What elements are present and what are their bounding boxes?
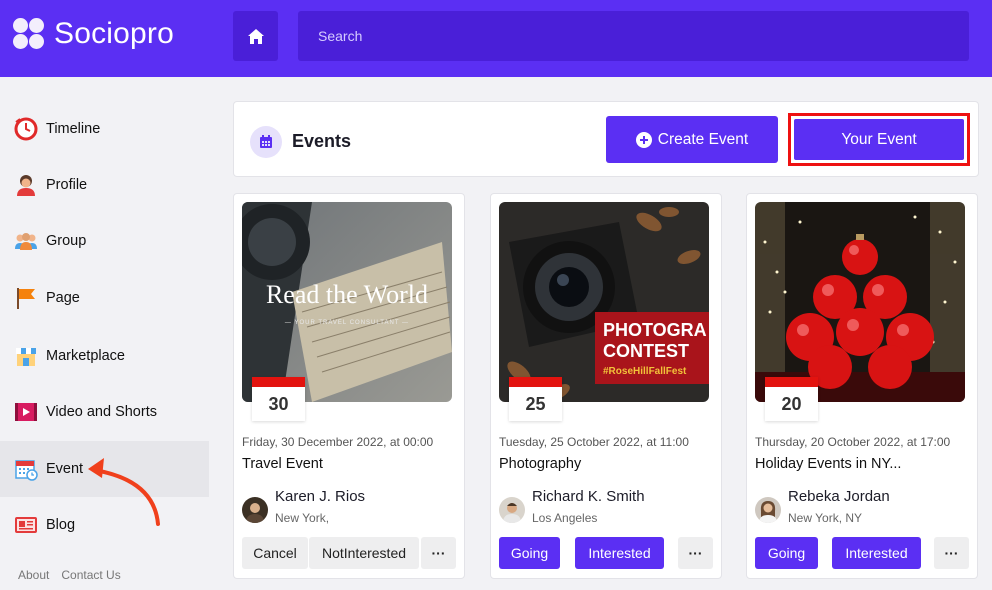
- avatar[interactable]: [499, 497, 525, 523]
- date-badge: 30: [252, 377, 305, 421]
- sidebar-item-label: Event: [46, 461, 84, 477]
- host-name[interactable]: Richard K. Smith: [532, 488, 645, 505]
- travel-image-subtitle: — YOUR TRAVEL CONSULTANT —: [285, 320, 409, 326]
- event-image-travel[interactable]: Read the World — YOUR TRAVEL CONSULTANT …: [242, 202, 452, 402]
- event-card[interactable]: 20 Thursday, 20 October 2022, at 17:00 H…: [746, 193, 978, 579]
- brand-name: Sociopro: [54, 17, 175, 50]
- event-calendar-icon: [14, 457, 38, 481]
- date-badge: 20: [765, 377, 818, 421]
- search-input[interactable]: [318, 28, 969, 44]
- event-title[interactable]: Photography: [499, 456, 581, 472]
- timeline-clock-icon: [14, 117, 38, 141]
- sidebar-item-page[interactable]: Page: [0, 270, 209, 326]
- interested-button[interactable]: Interested: [832, 537, 921, 569]
- sidebar-item-timeline[interactable]: Timeline: [0, 101, 209, 157]
- event-title[interactable]: Travel Event: [242, 456, 323, 472]
- going-button[interactable]: Going: [755, 537, 818, 569]
- host-location: New York, NY: [788, 511, 863, 525]
- page-flag-icon: [14, 286, 38, 310]
- going-button[interactable]: Going: [499, 537, 560, 569]
- sidebar-item-label: Page: [46, 290, 80, 306]
- travel-image-title: Read the World: [266, 280, 428, 309]
- more-options-button[interactable]: ···: [678, 537, 713, 569]
- more-options-button[interactable]: ···: [934, 537, 969, 569]
- event-card[interactable]: Read the World — YOUR TRAVEL CONSULTANT …: [233, 193, 465, 579]
- sidebar-item-label: Blog: [46, 517, 76, 533]
- contact-link[interactable]: Contact Us: [61, 568, 120, 582]
- create-event-label: Create Event: [657, 130, 749, 148]
- event-datetime: Thursday, 20 October 2022, at 17:00: [755, 435, 951, 449]
- sidebar-item-group[interactable]: Group: [0, 213, 209, 269]
- create-event-button[interactable]: Create Event: [606, 116, 778, 163]
- event-title[interactable]: Holiday Events in NY...: [755, 456, 901, 472]
- sidebar-item-label: Group: [46, 233, 87, 249]
- marketplace-store-icon: [14, 344, 38, 368]
- calendar-icon: [250, 126, 282, 158]
- sidebar-item-video-and-shorts[interactable]: Video and Shorts: [0, 384, 209, 440]
- your-event-highlight: Your Event: [788, 113, 970, 166]
- brand-logo[interactable]: Sociopro: [12, 17, 174, 51]
- sidebar-item-label: Marketplace: [46, 348, 125, 364]
- photography-image-tag: #RoseHillFallFest: [603, 366, 687, 377]
- sidebar-item-label: Video and Shorts: [46, 404, 157, 420]
- page-title: Events: [292, 131, 352, 151]
- cancel-button[interactable]: Cancel: [242, 537, 308, 569]
- home-icon: [247, 28, 264, 44]
- event-card[interactable]: PHOTOGRA CONTEST #RoseHillFallFest 25 Tu…: [490, 193, 722, 579]
- sidebar-footer-links: About Contact Us: [18, 568, 121, 582]
- avatar[interactable]: [755, 497, 781, 523]
- top-navbar: Sociopro: [0, 0, 992, 77]
- annotation-arrow: [88, 458, 160, 526]
- blog-icon: [14, 513, 38, 537]
- events-header: Events Create Event Your Event: [233, 101, 979, 177]
- sidebar-item-marketplace[interactable]: Marketplace: [0, 328, 209, 384]
- interested-button[interactable]: Interested: [575, 537, 664, 569]
- not-interested-button[interactable]: NotInterested: [309, 537, 419, 569]
- host-location: Los Angeles: [532, 511, 598, 525]
- event-datetime: Friday, 30 December 2022, at 00:00: [242, 435, 434, 449]
- your-event-button[interactable]: Your Event: [794, 119, 964, 160]
- search-bar[interactable]: [298, 11, 969, 61]
- video-play-icon: [14, 400, 38, 424]
- sidebar-item-label: Profile: [46, 177, 88, 193]
- avatar[interactable]: [242, 497, 268, 523]
- event-image-holiday[interactable]: [755, 202, 965, 402]
- photography-image-line2: CONTEST: [603, 341, 689, 361]
- photography-image-line1: PHOTOGRA: [603, 320, 707, 340]
- plus-circle-icon: [635, 131, 652, 148]
- group-people-icon: [14, 229, 38, 253]
- home-button[interactable]: [233, 11, 278, 61]
- about-link[interactable]: About: [18, 568, 49, 582]
- date-badge: 25: [509, 377, 562, 421]
- event-datetime: Tuesday, 25 October 2022, at 11:00: [499, 435, 689, 449]
- host-location: New York,: [275, 511, 330, 525]
- host-name[interactable]: Karen J. Rios: [275, 488, 365, 505]
- event-image-photography[interactable]: PHOTOGRA CONTEST #RoseHillFallFest: [499, 202, 709, 402]
- sidebar-item-profile[interactable]: Profile: [0, 157, 209, 213]
- profile-person-icon: [14, 173, 38, 197]
- host-name[interactable]: Rebeka Jordan: [788, 488, 890, 505]
- more-options-button[interactable]: ···: [421, 537, 456, 569]
- logo-mark-icon: [12, 17, 46, 51]
- sidebar-item-label: Timeline: [46, 121, 101, 137]
